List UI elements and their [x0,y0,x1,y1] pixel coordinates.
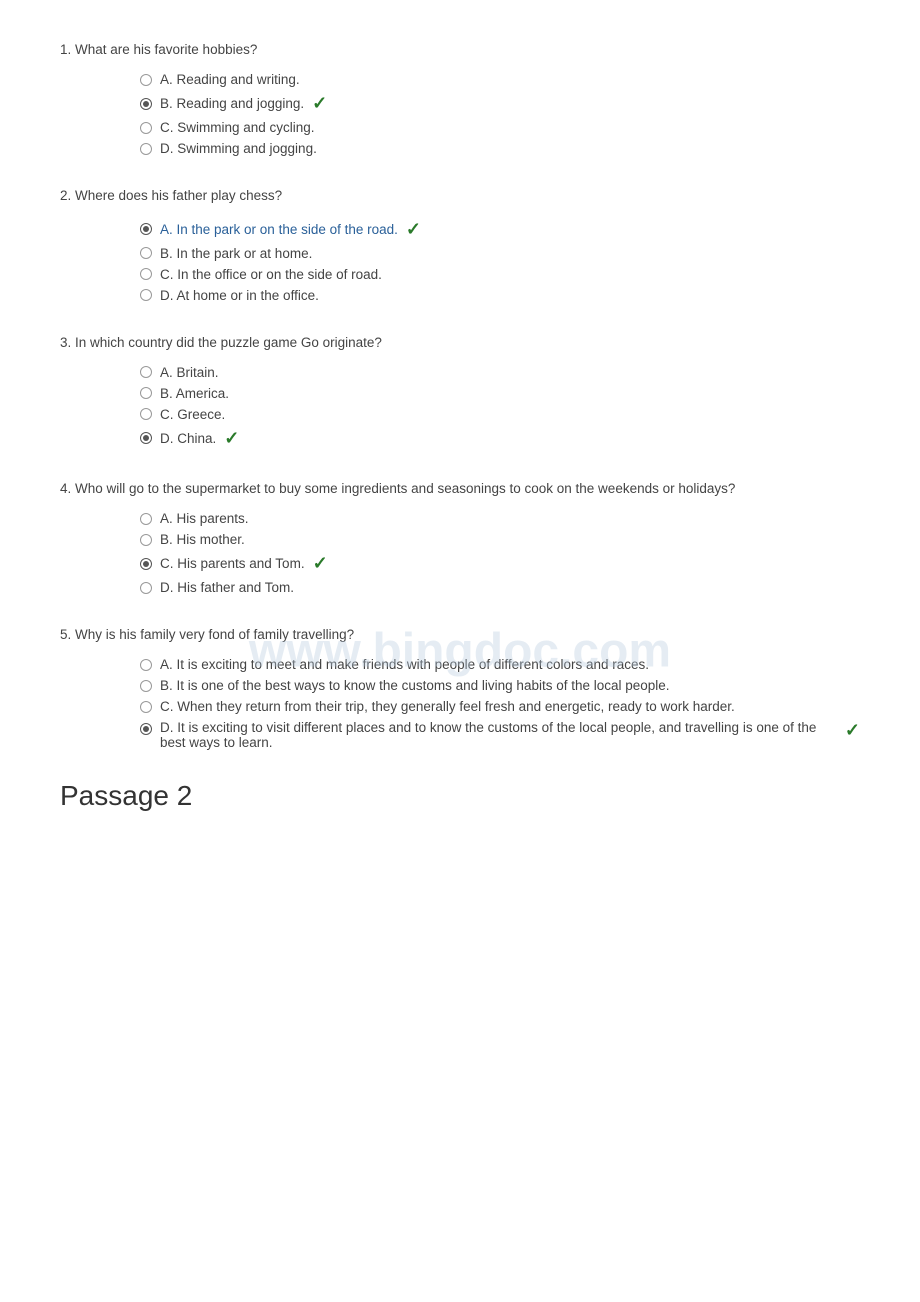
question-2-option-d[interactable]: D. At home or in the office. [140,288,860,303]
question-5: 5. Why is his family very fond of family… [60,625,860,750]
question-2-option-c[interactable]: C. In the office or on the side of road. [140,267,860,282]
option-4-c-label: C. His parents and Tom. [160,556,305,571]
question-3-option-c[interactable]: C. Greece. [140,407,860,422]
radio-4-b[interactable] [140,534,152,546]
radio-4-c[interactable] [140,558,152,570]
question-5-option-a[interactable]: A. It is exciting to meet and make frien… [140,657,860,672]
option-2-b-label: B. In the park or at home. [160,246,312,261]
option-2-a-label: A. In the park or on the side of the roa… [160,222,398,237]
question-2-option-a[interactable]: A. In the park or on the side of the roa… [140,219,860,240]
radio-2-d[interactable] [140,289,152,301]
question-3-text: 3. In which country did the puzzle game … [60,333,860,353]
question-5-option-d[interactable]: D. It is exciting to visit different pla… [140,720,860,750]
radio-5-b[interactable] [140,680,152,692]
option-1-b-label: B. Reading and jogging. [160,96,304,111]
question-5-text: 5. Why is his family very fond of family… [60,625,860,645]
check-2: ✓ [406,219,421,240]
check-1: ✓ [312,93,327,114]
passage-2-heading: Passage 2 [60,780,860,812]
question-5-option-c[interactable]: C. When they return from their trip, the… [140,699,860,714]
question-4: 4. Who will go to the supermarket to buy… [60,479,860,595]
question-4-option-b[interactable]: B. His mother. [140,532,860,547]
question-1-option-b[interactable]: B. Reading and jogging. ✓ [140,93,860,114]
option-3-c-label: C. Greece. [160,407,225,422]
option-3-d-label: D. China. [160,431,216,446]
radio-5-c[interactable] [140,701,152,713]
radio-2-c[interactable] [140,268,152,280]
question-1: 1. What are his favorite hobbies? A. Rea… [60,40,860,156]
radio-3-a[interactable] [140,366,152,378]
question-2-text: 2. Where does his father play chess? [60,186,860,206]
question-1-option-a[interactable]: A. Reading and writing. [140,72,860,87]
option-1-c-label: C. Swimming and cycling. [160,120,315,135]
check-4: ✓ [313,553,328,574]
option-5-d-label: D. It is exciting to visit different pla… [160,720,837,750]
question-4-option-d[interactable]: D. His father and Tom. [140,580,860,595]
questions-container: 1. What are his favorite hobbies? A. Rea… [60,40,860,750]
option-5-a-label: A. It is exciting to meet and make frien… [160,657,649,672]
question-2-options: A. In the park or on the side of the roa… [60,219,860,303]
question-1-option-c[interactable]: C. Swimming and cycling. [140,120,860,135]
radio-4-d[interactable] [140,582,152,594]
radio-5-d[interactable] [140,723,152,735]
question-3-option-b[interactable]: B. America. [140,386,860,401]
radio-1-c[interactable] [140,122,152,134]
question-1-option-d[interactable]: D. Swimming and jogging. [140,141,860,156]
question-4-option-c[interactable]: C. His parents and Tom. ✓ [140,553,860,574]
question-2-option-b[interactable]: B. In the park or at home. [140,246,860,261]
question-1-text: 1. What are his favorite hobbies? [60,40,860,60]
check-5: ✓ [845,720,860,741]
option-2-c-label: C. In the office or on the side of road. [160,267,382,282]
question-4-option-a[interactable]: A. His parents. [140,511,860,526]
question-4-text: 4. Who will go to the supermarket to buy… [60,479,860,499]
question-5-option-b[interactable]: B. It is one of the best ways to know th… [140,678,860,693]
question-4-options: A. His parents. B. His mother. C. His pa… [60,511,860,595]
check-3: ✓ [224,428,239,449]
radio-3-d[interactable] [140,432,152,444]
question-3-option-d[interactable]: D. China. ✓ [140,428,860,449]
question-2: 2. Where does his father play chess? A. … [60,186,860,302]
option-3-b-label: B. America. [160,386,229,401]
question-3: 3. In which country did the puzzle game … [60,333,860,449]
option-4-a-label: A. His parents. [160,511,249,526]
option-2-d-label: D. At home or in the office. [160,288,319,303]
radio-5-a[interactable] [140,659,152,671]
radio-1-a[interactable] [140,74,152,86]
radio-1-b[interactable] [140,98,152,110]
question-1-options: A. Reading and writing. B. Reading and j… [60,72,860,156]
option-4-d-label: D. His father and Tom. [160,580,294,595]
radio-2-b[interactable] [140,247,152,259]
option-5-c-label: C. When they return from their trip, the… [160,699,735,714]
question-5-options: A. It is exciting to meet and make frien… [60,657,860,750]
radio-3-c[interactable] [140,408,152,420]
radio-4-a[interactable] [140,513,152,525]
option-4-b-label: B. His mother. [160,532,245,547]
option-1-a-label: A. Reading and writing. [160,72,300,87]
option-3-a-label: A. Britain. [160,365,219,380]
radio-2-a[interactable] [140,223,152,235]
radio-1-d[interactable] [140,143,152,155]
option-1-d-label: D. Swimming and jogging. [160,141,317,156]
question-3-option-a[interactable]: A. Britain. [140,365,860,380]
option-5-b-label: B. It is one of the best ways to know th… [160,678,670,693]
question-3-options: A. Britain. B. America. C. Greece. D. Ch… [60,365,860,449]
radio-3-b[interactable] [140,387,152,399]
